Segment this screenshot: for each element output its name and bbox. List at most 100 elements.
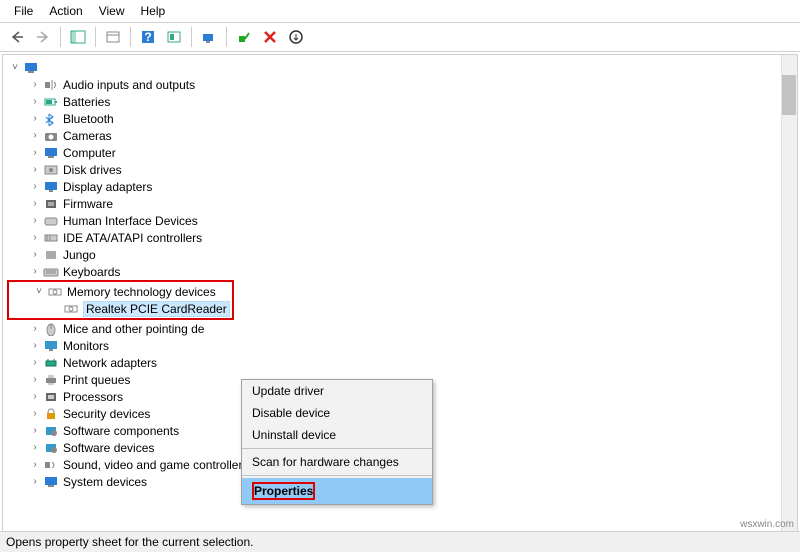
category-label[interactable]: Display adapters [63, 180, 152, 194]
properties-button[interactable] [102, 26, 124, 48]
expander-icon[interactable]: › [29, 164, 41, 175]
tree-category[interactable]: › IDE ATA/ATAPI controllers [7, 229, 797, 246]
enable-device-button[interactable] [233, 26, 255, 48]
expander-icon[interactable]: › [29, 232, 41, 243]
back-button[interactable] [6, 26, 28, 48]
menu-item-update-driver[interactable]: Update driver [242, 380, 432, 402]
expander-icon[interactable]: › [29, 340, 41, 351]
expander-icon[interactable]: ˅ [33, 286, 45, 297]
menu-item-scan-for-hardware-changes[interactable]: Scan for hardware changes [242, 451, 432, 473]
tree-category[interactable]: › Human Interface Devices [7, 212, 797, 229]
menu-item-properties[interactable]: Properties [242, 478, 432, 504]
category-label[interactable]: Human Interface Devices [63, 214, 198, 228]
expander-icon[interactable]: › [29, 442, 41, 453]
expander-icon[interactable]: › [29, 79, 41, 90]
tree-category[interactable]: › Batteries [7, 93, 797, 110]
expander-icon[interactable]: ˅ [9, 62, 21, 73]
category-label[interactable]: Jungo [63, 248, 96, 262]
tree-category[interactable]: ˅ Memory technology devices [11, 283, 230, 300]
tree-category[interactable]: › Mice and other pointing de [7, 320, 797, 337]
scrollbar[interactable] [781, 55, 797, 543]
show-hide-tree-button[interactable] [67, 26, 89, 48]
scan-hardware-button[interactable] [198, 26, 220, 48]
tree-category[interactable]: › Computer [7, 144, 797, 161]
tree-device[interactable]: Realtek PCIE CardReader [11, 300, 230, 317]
expander-icon[interactable]: › [29, 391, 41, 402]
toolbar-separator [130, 27, 131, 47]
monitor-icon [43, 339, 59, 353]
category-label[interactable]: System devices [63, 475, 147, 489]
category-label[interactable]: Bluetooth [63, 112, 114, 126]
expander-icon[interactable]: › [29, 266, 41, 277]
tree-category[interactable]: › Cameras [7, 127, 797, 144]
device-label[interactable]: Realtek PCIE CardReader [83, 301, 230, 317]
menu-item-disable-device[interactable]: Disable device [242, 402, 432, 424]
forward-button[interactable] [32, 26, 54, 48]
category-label[interactable]: Audio inputs and outputs [63, 78, 195, 92]
expander-icon[interactable]: › [29, 181, 41, 192]
tree-category[interactable]: › Firmware [7, 195, 797, 212]
expander-icon[interactable]: › [29, 113, 41, 124]
category-label[interactable]: Batteries [63, 95, 110, 109]
tree-category[interactable]: › Disk drives [7, 161, 797, 178]
expander-icon[interactable]: › [29, 96, 41, 107]
expander-icon[interactable]: › [29, 374, 41, 385]
expander-icon[interactable]: › [29, 476, 41, 487]
expander-icon[interactable]: › [29, 130, 41, 141]
tree-category[interactable]: › Bluetooth [7, 110, 797, 127]
category-label[interactable]: Network adapters [63, 356, 157, 370]
category-label[interactable]: Software devices [63, 441, 154, 455]
expander-icon[interactable]: › [29, 147, 41, 158]
expander-icon[interactable]: › [29, 425, 41, 436]
expander-icon[interactable]: › [29, 198, 41, 209]
toolbar-separator [60, 27, 61, 47]
tree-root[interactable]: ˅ [7, 59, 797, 76]
tree-category[interactable]: › Keyboards [7, 263, 797, 280]
category-label[interactable]: Security devices [63, 407, 150, 421]
tree-category[interactable]: › Jungo [7, 246, 797, 263]
menu-view[interactable]: View [91, 2, 133, 20]
category-label[interactable]: Sound, video and game controllers [63, 458, 248, 472]
category-label[interactable]: Cameras [63, 129, 112, 143]
computer-icon [23, 61, 39, 75]
category-label[interactable]: Monitors [63, 339, 109, 353]
help-button[interactable]: ? [137, 26, 159, 48]
menu-item-uninstall-device[interactable]: Uninstall device [242, 424, 432, 446]
category-label[interactable]: Firmware [63, 197, 113, 211]
expander-icon[interactable]: › [29, 408, 41, 419]
tree-category[interactable]: › Network adapters [7, 354, 797, 371]
category-label[interactable]: IDE ATA/ATAPI controllers [63, 231, 202, 245]
category-label[interactable]: Mice and other pointing de [63, 322, 204, 336]
bluetooth-icon [43, 112, 59, 126]
firmware-icon [43, 197, 59, 211]
tree-category[interactable]: › Monitors [7, 337, 797, 354]
status-text: Opens property sheet for the current sel… [6, 535, 253, 549]
audio-icon [43, 78, 59, 92]
category-label[interactable]: Software components [63, 424, 179, 438]
category-label[interactable]: Print queues [63, 373, 130, 387]
category-label[interactable]: Disk drives [63, 163, 122, 177]
tree-category[interactable]: › Audio inputs and outputs [7, 76, 797, 93]
category-label[interactable]: Keyboards [63, 265, 120, 279]
action-button[interactable] [163, 26, 185, 48]
menu-action[interactable]: Action [41, 2, 90, 20]
expander-icon[interactable]: › [29, 323, 41, 334]
category-label[interactable]: Processors [63, 390, 123, 404]
swdev-icon [43, 441, 59, 455]
uninstall-button[interactable] [285, 26, 307, 48]
category-label[interactable]: Computer [63, 146, 116, 160]
scrollbar-thumb[interactable] [782, 75, 796, 115]
expander-icon[interactable]: › [29, 249, 41, 260]
system-icon [43, 475, 59, 489]
memory-icon [63, 302, 79, 316]
disk-icon [43, 163, 59, 177]
menubar: File Action View Help [0, 0, 800, 23]
disable-device-button[interactable] [259, 26, 281, 48]
expander-icon[interactable]: › [29, 357, 41, 368]
menu-help[interactable]: Help [133, 2, 174, 20]
tree-category[interactable]: › Display adapters [7, 178, 797, 195]
menu-file[interactable]: File [6, 2, 41, 20]
expander-icon[interactable]: › [29, 459, 41, 470]
category-label[interactable]: Memory technology devices [67, 285, 216, 299]
expander-icon[interactable]: › [29, 215, 41, 226]
